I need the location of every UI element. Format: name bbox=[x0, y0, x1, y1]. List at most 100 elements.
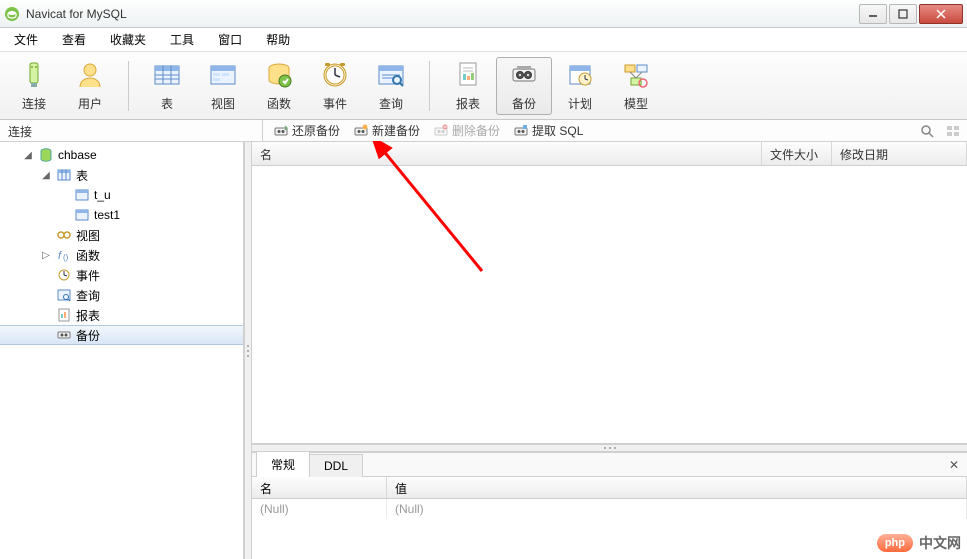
tree-tables-label: 表 bbox=[76, 167, 88, 184]
toolbar-backup[interactable]: 备份 bbox=[496, 57, 552, 115]
svg-text:(): () bbox=[63, 253, 69, 262]
toolbar-event[interactable]: 事件 bbox=[307, 57, 363, 115]
details-col-value[interactable]: 值 bbox=[387, 477, 967, 498]
tree-table-item[interactable]: t_u bbox=[0, 185, 243, 205]
menu-favorites[interactable]: 收藏夹 bbox=[100, 29, 156, 50]
watermark: php 中文网 bbox=[877, 533, 961, 553]
list-header: 名 文件大小 修改日期 bbox=[252, 142, 967, 166]
details-col-name[interactable]: 名 bbox=[252, 477, 387, 498]
table-icon bbox=[151, 59, 183, 91]
tree-tables[interactable]: ◢ 表 bbox=[0, 165, 243, 185]
details-cell-value: (Null) bbox=[387, 499, 967, 519]
tree-backups[interactable]: 备份 bbox=[0, 325, 243, 345]
content-area: 名 文件大小 修改日期 常规 DDL ✕ 名 值 (Nu bbox=[252, 142, 967, 559]
tree-reports[interactable]: 报表 bbox=[0, 305, 243, 325]
connection-icon bbox=[18, 59, 50, 91]
backup-icon bbox=[508, 59, 540, 91]
details-close-button[interactable]: ✕ bbox=[941, 454, 967, 476]
tabstrip: 连接 还原备份 新建备份 删除备份 提取 SQL bbox=[0, 120, 967, 142]
menu-view[interactable]: 查看 bbox=[52, 29, 96, 50]
extract-sql-button[interactable]: 提取 SQL bbox=[509, 120, 588, 141]
toolbar-report[interactable]: 报表 bbox=[440, 57, 496, 115]
delete-backup-label: 删除备份 bbox=[452, 122, 500, 139]
database-icon bbox=[38, 147, 54, 163]
table-item-icon bbox=[74, 207, 90, 223]
menu-window[interactable]: 窗口 bbox=[208, 29, 252, 50]
horizontal-resize-handle[interactable] bbox=[252, 444, 967, 452]
toolbar-backup-label: 备份 bbox=[512, 95, 536, 112]
toolbar-query-label: 查询 bbox=[379, 95, 403, 112]
connection-tree[interactable]: ◢ chbase ◢ 表 t_u test1 视图 ▷ f() 函数 bbox=[0, 142, 244, 559]
extract-sql-label: 提取 SQL bbox=[532, 122, 583, 139]
tree-backups-label: 备份 bbox=[76, 327, 100, 344]
menu-file[interactable]: 文件 bbox=[4, 29, 48, 50]
restore-backup-button[interactable]: 还原备份 bbox=[269, 120, 345, 141]
toolbar-function[interactable]: 函数 bbox=[251, 57, 307, 115]
search-button[interactable] bbox=[919, 123, 935, 139]
report-icon bbox=[452, 59, 484, 91]
titlebar: Navicat for MySQL bbox=[0, 0, 967, 28]
toolbar-separator bbox=[429, 61, 430, 111]
close-button[interactable] bbox=[919, 4, 963, 24]
restore-icon bbox=[274, 124, 288, 138]
tab-ddl[interactable]: DDL bbox=[309, 454, 363, 477]
tree-queries[interactable]: 查询 bbox=[0, 285, 243, 305]
tree-db[interactable]: ◢ chbase bbox=[0, 145, 243, 165]
view-icon bbox=[207, 59, 239, 91]
views-icon bbox=[56, 227, 72, 243]
col-filesize[interactable]: 文件大小 bbox=[762, 142, 832, 165]
menu-tools[interactable]: 工具 bbox=[160, 29, 204, 50]
collapse-icon[interactable]: ◢ bbox=[22, 150, 34, 161]
tree-queries-label: 查询 bbox=[76, 287, 100, 304]
collapse-icon[interactable]: ◢ bbox=[40, 170, 52, 181]
watermark-text: 中文网 bbox=[919, 533, 961, 553]
tree-table-label: test1 bbox=[94, 208, 120, 222]
minimize-button[interactable] bbox=[859, 4, 887, 24]
tree-functions[interactable]: ▷ f() 函数 bbox=[0, 245, 243, 265]
toolbar-report-label: 报表 bbox=[456, 95, 480, 112]
tree-events[interactable]: 事件 bbox=[0, 265, 243, 285]
event-icon bbox=[319, 59, 351, 91]
events-icon bbox=[56, 267, 72, 283]
toolbar-view[interactable]: 视图 bbox=[195, 57, 251, 115]
col-modified[interactable]: 修改日期 bbox=[832, 142, 967, 165]
view-mode-button[interactable] bbox=[945, 123, 961, 139]
tables-icon bbox=[56, 167, 72, 183]
tab-general[interactable]: 常规 bbox=[256, 451, 310, 477]
maximize-button[interactable] bbox=[889, 4, 917, 24]
toolbar-query[interactable]: 查询 bbox=[363, 57, 419, 115]
toolbar-view-label: 视图 bbox=[211, 95, 235, 112]
watermark-badge: php bbox=[877, 534, 913, 552]
toolbar-connection-label: 连接 bbox=[22, 95, 46, 112]
details-cell-name: (Null) bbox=[252, 499, 387, 519]
schedule-icon bbox=[564, 59, 596, 91]
tree-views[interactable]: 视图 bbox=[0, 225, 243, 245]
toolbar-function-label: 函数 bbox=[267, 95, 291, 112]
toolbar-connection[interactable]: 连接 bbox=[6, 57, 62, 115]
menu-help[interactable]: 帮助 bbox=[256, 29, 300, 50]
window-controls bbox=[857, 4, 963, 24]
toolbar-model[interactable]: 模型 bbox=[608, 57, 664, 115]
col-name[interactable]: 名 bbox=[252, 142, 762, 165]
toolbar-schedule[interactable]: 计划 bbox=[552, 57, 608, 115]
delete-backup-button[interactable]: 删除备份 bbox=[429, 120, 505, 141]
toolbar-user[interactable]: 用户 bbox=[62, 57, 118, 115]
user-icon bbox=[74, 59, 106, 91]
tree-table-item[interactable]: test1 bbox=[0, 205, 243, 225]
new-backup-button[interactable]: 新建备份 bbox=[349, 120, 425, 141]
tab-connections[interactable]: 连接 bbox=[0, 120, 263, 141]
new-backup-icon bbox=[354, 124, 368, 138]
sub-toolbar: 还原备份 新建备份 删除备份 提取 SQL bbox=[263, 120, 967, 141]
svg-text:f: f bbox=[58, 250, 62, 262]
expand-icon[interactable]: ▷ bbox=[40, 250, 52, 261]
details-grid-header: 名 值 bbox=[252, 477, 967, 499]
details-row[interactable]: (Null) (Null) bbox=[252, 499, 967, 519]
reports-icon bbox=[56, 307, 72, 323]
backup-list[interactable] bbox=[252, 166, 967, 444]
details-pane: 常规 DDL ✕ 名 值 (Null) (Null) bbox=[252, 452, 967, 559]
extract-sql-icon bbox=[514, 124, 528, 138]
query-icon bbox=[375, 59, 407, 91]
main-area: ◢ chbase ◢ 表 t_u test1 视图 ▷ f() 函数 bbox=[0, 142, 967, 559]
sidebar-resize-handle[interactable] bbox=[244, 142, 252, 559]
toolbar-table[interactable]: 表 bbox=[139, 57, 195, 115]
